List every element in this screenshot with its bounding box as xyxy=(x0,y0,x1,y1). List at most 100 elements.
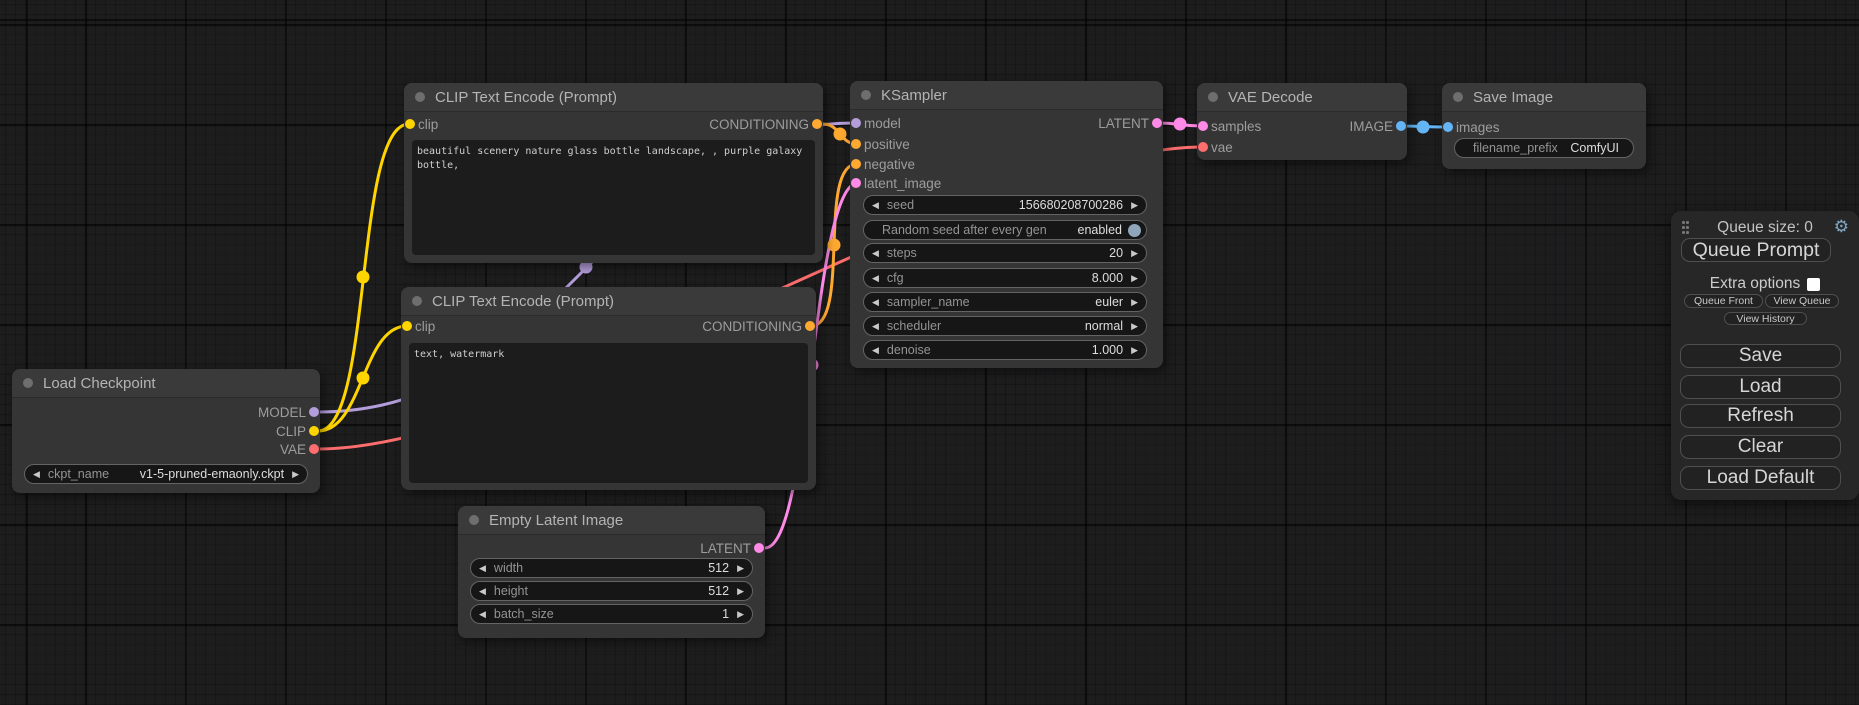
node-ksampler[interactable]: KSampler model LATENT positive negative … xyxy=(850,81,1163,368)
node-title-bar[interactable]: KSampler xyxy=(850,81,1163,110)
node-load-checkpoint[interactable]: Load Checkpoint MODEL CLIP VAE ◀ ckpt_na… xyxy=(12,369,320,493)
input-slot-samples: samples xyxy=(1211,116,1261,136)
model-output-dot[interactable] xyxy=(309,407,319,417)
latent-output-dot[interactable] xyxy=(754,543,764,553)
ckpt-name-widget[interactable]: ◀ ckpt_name v1-5-pruned-emaonly.ckpt ▶ xyxy=(24,464,308,484)
prev-arrow-icon[interactable]: ◀ xyxy=(864,243,887,263)
images-input-dot[interactable] xyxy=(1443,122,1453,132)
node-status-icon xyxy=(861,90,871,100)
queue-prompt-button[interactable]: Queue Prompt xyxy=(1681,238,1831,262)
queue-front-button[interactable]: Queue Front xyxy=(1684,294,1763,308)
filename-prefix-widget[interactable]: filename_prefix ComfyUI xyxy=(1454,138,1634,158)
node-title-bar[interactable]: Save Image xyxy=(1442,83,1646,112)
image-output-dot[interactable] xyxy=(1396,121,1406,131)
vae-output-dot[interactable] xyxy=(309,444,319,454)
next-arrow-icon[interactable]: ▶ xyxy=(1123,316,1146,336)
node-title-bar[interactable]: Load Checkpoint xyxy=(12,369,320,398)
node-save-image[interactable]: Save Image images filename_prefix ComfyU… xyxy=(1442,83,1646,169)
prev-arrow-icon[interactable]: ◀ xyxy=(864,195,887,215)
random-seed-toggle-widget[interactable]: Random seed after every gen enabled xyxy=(863,220,1147,240)
node-graph-canvas[interactable]: Load Checkpoint MODEL CLIP VAE ◀ ckpt_na… xyxy=(0,0,1859,705)
next-arrow-icon[interactable]: ▶ xyxy=(1123,195,1146,215)
next-arrow-icon[interactable]: ▶ xyxy=(729,581,752,601)
model-input-dot[interactable] xyxy=(851,118,861,128)
next-arrow-icon[interactable]: ▶ xyxy=(729,558,752,578)
input-slot-images: images xyxy=(1456,117,1500,137)
toggle-indicator[interactable] xyxy=(1128,224,1141,237)
scheduler-widget[interactable]: ◀ scheduler normal ▶ xyxy=(863,316,1147,336)
queue-size-label: Queue size: 0 xyxy=(1671,219,1859,237)
queue-panel: Queue size: 0 ⚙ Queue Prompt Extra optio… xyxy=(1671,211,1859,500)
save-button[interactable]: Save xyxy=(1680,344,1841,368)
node-title: CLIP Text Encode (Prompt) xyxy=(435,89,617,106)
output-slot-clip: CLIP xyxy=(276,421,306,441)
view-history-button[interactable]: View History xyxy=(1724,312,1807,325)
output-slot-conditioning: CONDITIONING xyxy=(702,316,802,336)
load-default-button[interactable]: Load Default xyxy=(1680,466,1841,490)
load-button[interactable]: Load xyxy=(1680,375,1841,399)
next-arrow-icon[interactable]: ▶ xyxy=(1123,292,1146,312)
node-title: Empty Latent Image xyxy=(489,512,623,529)
latent-output-dot[interactable] xyxy=(1152,118,1162,128)
input-slot-vae: vae xyxy=(1211,137,1233,157)
next-arrow-icon[interactable]: ▶ xyxy=(1123,268,1146,288)
node-vae-decode[interactable]: VAE Decode samples IMAGE vae xyxy=(1197,83,1407,160)
drag-handle-icon[interactable] xyxy=(1682,221,1690,236)
prev-arrow-icon[interactable]: ◀ xyxy=(864,316,887,336)
denoise-widget[interactable]: ◀ denoise 1.000 ▶ xyxy=(863,340,1147,360)
next-arrow-icon[interactable]: ▶ xyxy=(729,604,752,624)
input-slot-clip: clip xyxy=(415,316,435,336)
view-queue-button[interactable]: View Queue xyxy=(1765,294,1839,308)
conditioning-output-dot[interactable] xyxy=(812,119,822,129)
prev-arrow-icon[interactable]: ◀ xyxy=(471,558,494,578)
prev-arrow-icon[interactable]: ◀ xyxy=(25,464,48,484)
next-arrow-icon[interactable]: ▶ xyxy=(1123,340,1146,360)
conditioning-output-dot[interactable] xyxy=(805,321,815,331)
prev-arrow-icon[interactable]: ◀ xyxy=(864,268,887,288)
positive-input-dot[interactable] xyxy=(851,139,861,149)
samples-input-dot[interactable] xyxy=(1198,121,1208,131)
steps-widget[interactable]: ◀ steps 20 ▶ xyxy=(863,243,1147,263)
clear-button[interactable]: Clear xyxy=(1680,435,1841,459)
output-slot-latent: LATENT xyxy=(700,538,751,558)
node-status-icon xyxy=(469,515,479,525)
seed-widget[interactable]: ◀ seed 156680208700286 ▶ xyxy=(863,195,1147,215)
prev-arrow-icon[interactable]: ◀ xyxy=(864,340,887,360)
latent-image-input-dot[interactable] xyxy=(851,178,861,188)
node-title-bar[interactable]: CLIP Text Encode (Prompt) xyxy=(404,83,823,112)
node-title: Save Image xyxy=(1473,89,1553,106)
output-slot-image: IMAGE xyxy=(1349,116,1393,136)
output-slot-vae: VAE xyxy=(280,439,306,459)
node-title-bar[interactable]: CLIP Text Encode (Prompt) xyxy=(401,287,816,316)
node-clip-text-encode-negative[interactable]: CLIP Text Encode (Prompt) clip CONDITION… xyxy=(401,287,816,490)
width-widget[interactable]: ◀ width 512 ▶ xyxy=(470,558,753,578)
prev-arrow-icon[interactable]: ◀ xyxy=(471,604,494,624)
vae-input-dot[interactable] xyxy=(1198,142,1208,152)
node-empty-latent-image[interactable]: Empty Latent Image LATENT ◀ width 512 ▶ … xyxy=(458,506,765,638)
refresh-button[interactable]: Refresh xyxy=(1680,404,1841,428)
negative-input-dot[interactable] xyxy=(851,159,861,169)
node-clip-text-encode-positive[interactable]: CLIP Text Encode (Prompt) clip CONDITION… xyxy=(404,83,823,263)
node-title-bar[interactable]: VAE Decode xyxy=(1197,83,1407,112)
clip-input-dot[interactable] xyxy=(405,119,415,129)
cfg-widget[interactable]: ◀ cfg 8.000 ▶ xyxy=(863,268,1147,288)
input-slot-clip: clip xyxy=(418,114,438,134)
extra-options-checkbox[interactable] xyxy=(1807,278,1820,291)
next-arrow-icon[interactable]: ▶ xyxy=(284,464,307,484)
positive-prompt-textarea[interactable]: beautiful scenery nature glass bottle la… xyxy=(412,140,815,255)
settings-gear-icon[interactable]: ⚙ xyxy=(1834,217,1849,237)
node-status-icon xyxy=(415,92,425,102)
next-arrow-icon[interactable]: ▶ xyxy=(1123,243,1146,263)
prev-arrow-icon[interactable]: ◀ xyxy=(471,581,494,601)
height-widget[interactable]: ◀ height 512 ▶ xyxy=(470,581,753,601)
output-slot-model: MODEL xyxy=(258,402,306,422)
clip-output-dot[interactable] xyxy=(309,426,319,436)
prev-arrow-icon[interactable]: ◀ xyxy=(864,292,887,312)
clip-input-dot[interactable] xyxy=(402,321,412,331)
node-title-bar[interactable]: Empty Latent Image xyxy=(458,506,765,535)
negative-prompt-textarea[interactable]: text, watermark xyxy=(409,343,808,483)
sampler-name-widget[interactable]: ◀ sampler_name euler ▶ xyxy=(863,292,1147,312)
batch-size-widget[interactable]: ◀ batch_size 1 ▶ xyxy=(470,604,753,624)
node-status-icon xyxy=(412,296,422,306)
extra-options-label: Extra options xyxy=(1710,275,1800,293)
